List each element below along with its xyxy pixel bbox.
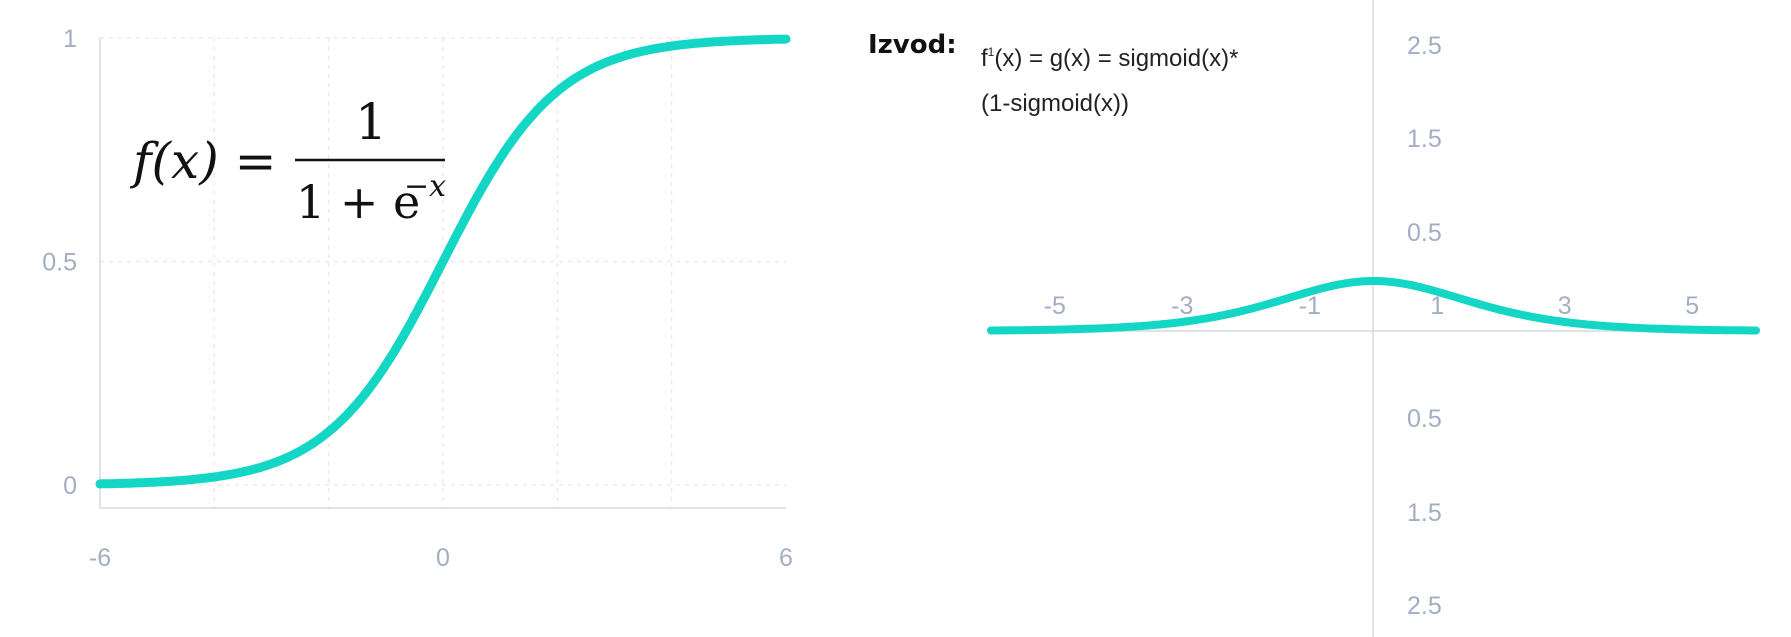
y-tick-label: 1 [63,25,77,53]
grid [100,37,786,508]
y-tick-label: 0.5 [42,249,77,277]
x-tick-label: 6 [779,544,793,572]
y-tick-label: 0.5 [1407,219,1442,247]
x-tick-label: 3 [1558,292,1572,320]
x-tick-labels: -6 0 6 [89,544,793,572]
formula-numerator: 1 [355,93,387,151]
y-tick-labels: 10.50 [42,25,77,500]
formula-denominator: 1 + e [296,175,420,229]
x-tick-label: -5 [1044,292,1066,320]
y-tick-label: 2.5 [1407,592,1442,620]
sigmoid-chart: -6 0 6 10.50 f(x) = 1 1 + e −x [42,25,793,572]
formula-line-2: (1-sigmoid(x)) [981,90,1130,117]
y-tick-label: 0 [63,472,77,500]
formula-exponent: −x [404,169,446,204]
y-tick-label: 1.5 [1407,125,1442,153]
y-tick-label: 1.5 [1407,499,1442,527]
y-tick-label: 2.5 [1407,32,1442,60]
y-tick-label: 0.5 [1407,405,1442,433]
sigmoid-formula: f(x) = 1 1 + e −x [129,93,446,229]
x-tick-label: 5 [1685,292,1699,320]
formula-line-1: (x) = g(x) = sigmoid(x)* [994,45,1239,72]
formula-f: f [981,45,988,72]
x-tick-label: -3 [1171,292,1193,320]
izvod-formula: f1(x) = g(x) = sigmoid(x)* (1-sigmoid(x)) [981,30,1311,126]
izvod-label: Izvod: [868,30,957,60]
figure-canvas: -6 0 6 10.50 f(x) = 1 1 + e −x -5 -3 -1 1 3 5 2… [42,0,1760,637]
x-tick-labels: -5 -3 -1 1 3 5 [1044,292,1700,320]
x-tick-label: 0 [436,544,450,572]
x-tick-label: -6 [89,544,111,572]
y-tick-labels: 2.5 1.5 0.5 0.5 1.5 2.5 [1407,32,1442,620]
formula-lhs: f(x) = [129,132,277,190]
